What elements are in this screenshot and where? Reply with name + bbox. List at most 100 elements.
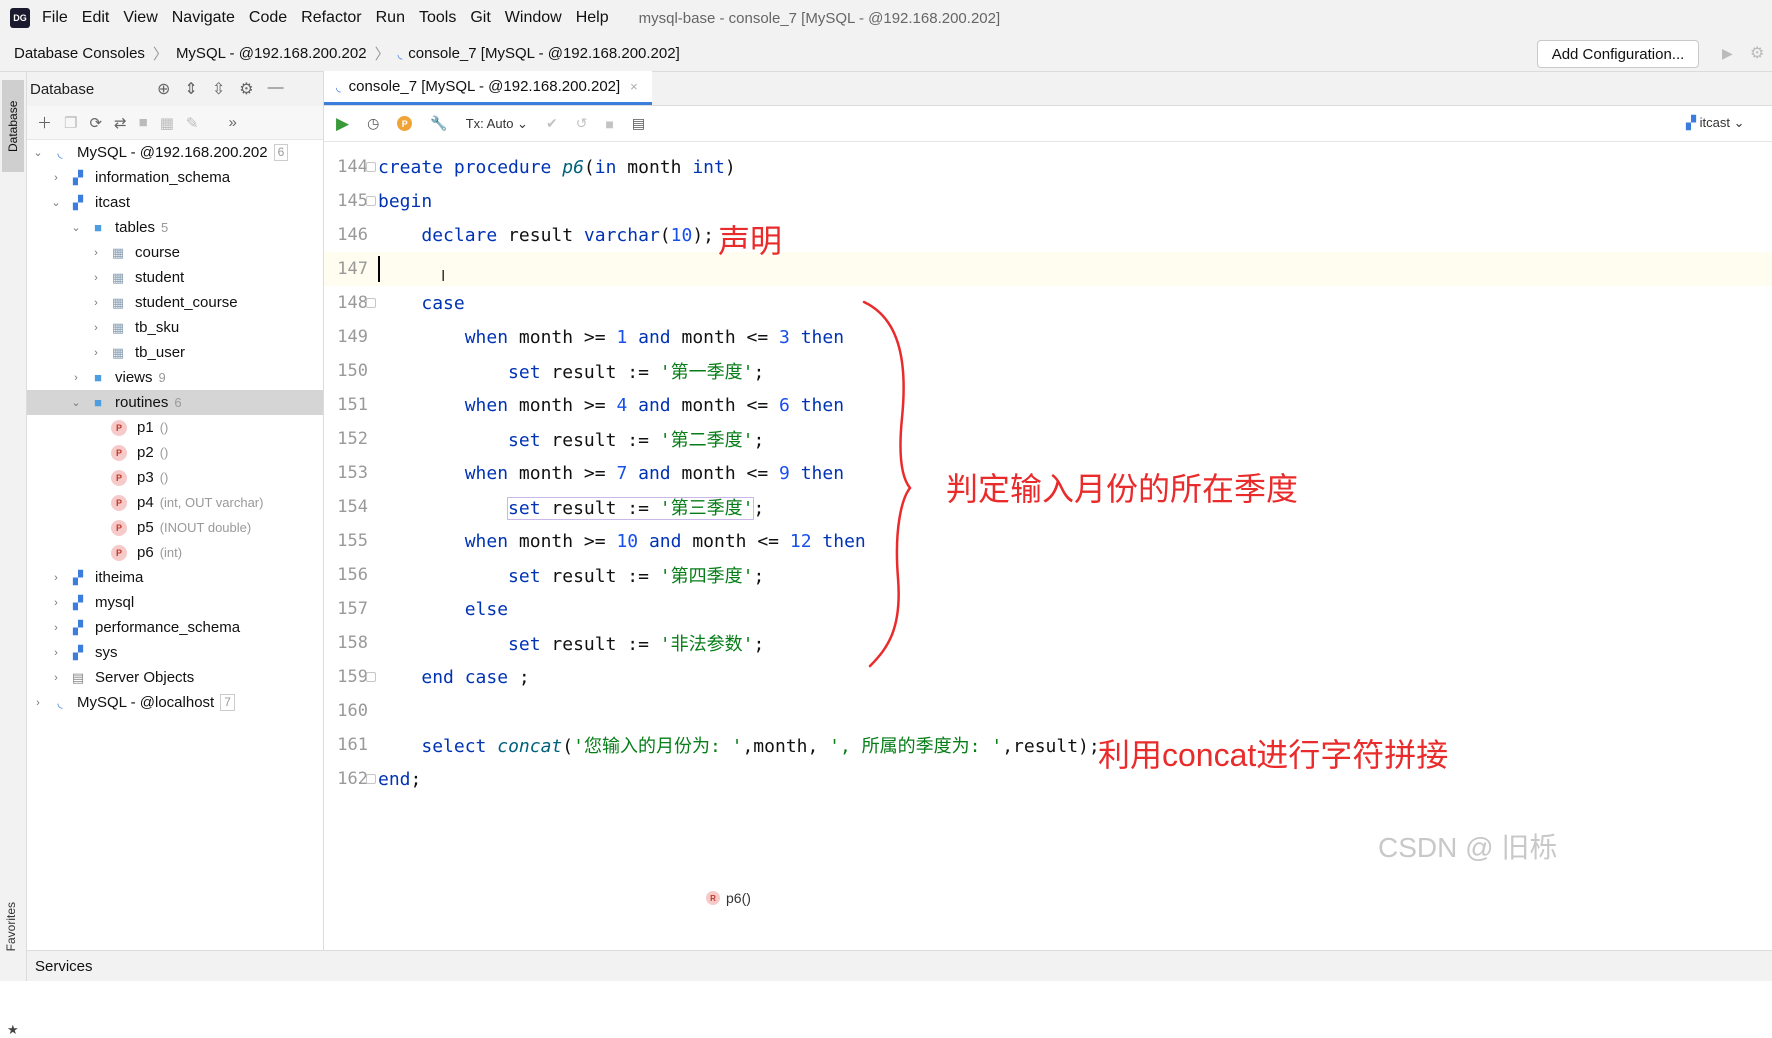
tree-schema-information_schema[interactable]: › ▞ information_schema (27, 165, 323, 190)
history-icon[interactable]: ◷ (367, 115, 379, 132)
minimize-icon[interactable]: — (268, 79, 284, 99)
tree-label: p3 (137, 469, 154, 486)
chevron-down-icon[interactable]: ⌄ (49, 196, 63, 209)
tree-procedure[interactable]: P p1 () (27, 415, 323, 440)
editor-breadcrumb[interactable]: R p6() (706, 890, 751, 906)
add-icon[interactable]: ＋ (37, 112, 52, 133)
collapse-all-icon[interactable]: ⇳ (212, 79, 225, 99)
menu-window[interactable]: Window (505, 9, 562, 27)
tree-folder-routines[interactable]: ⌄ ■ routines 6 (27, 390, 323, 415)
settings-gear-icon[interactable]: ⚙ (239, 79, 253, 99)
menu-refactor[interactable]: Refactor (301, 9, 361, 27)
more-icon[interactable]: » (228, 114, 236, 131)
fold-marker-icon[interactable] (366, 196, 376, 206)
tree-label: tb_sku (135, 319, 180, 336)
chevron-right-icon[interactable]: › (49, 672, 63, 684)
commit-icon[interactable]: ✔ (546, 115, 558, 132)
output-table-icon[interactable]: ▤ (632, 115, 645, 132)
tree-folder-views[interactable]: › ■ views 9 (27, 365, 323, 390)
menu-bar: DG File Edit View Navigate Code Refactor… (0, 0, 1772, 36)
tree-schema-itcast[interactable]: ⌄ ▞ itcast (27, 190, 323, 215)
menu-edit[interactable]: Edit (82, 9, 110, 27)
schema-sync-icon[interactable]: ⇄ (114, 114, 127, 132)
fold-marker-icon[interactable] (366, 162, 376, 172)
chevron-right-icon[interactable]: › (89, 272, 103, 284)
edit-icon[interactable]: ✎ (186, 114, 199, 132)
favorites-tool-window-tab[interactable]: Favorites (4, 902, 18, 951)
chevron-right-icon[interactable]: › (49, 572, 63, 584)
tree-connection-remote[interactable]: ⌄ ◟ MySQL - @192.168.200.202 6 (27, 140, 323, 165)
chevron-right-icon[interactable]: › (49, 597, 63, 609)
menu-code[interactable]: Code (249, 9, 287, 27)
annotation-concat: 利用concat进行字符拼接 (1098, 737, 1449, 773)
chevron-right-icon[interactable]: › (49, 647, 63, 659)
tree-server-objects[interactable]: › ▤ Server Objects (27, 665, 323, 690)
fold-marker-icon[interactable] (366, 298, 376, 308)
chevron-down-icon[interactable]: ⌄ (69, 396, 83, 409)
fold-marker-icon[interactable] (366, 774, 376, 784)
explain-plan-icon[interactable]: P (397, 116, 413, 131)
procedure-icon: P (111, 469, 127, 486)
chevron-right-icon[interactable]: › (89, 297, 103, 309)
schema-selector[interactable]: ▞ itcast ⌄ (1686, 115, 1744, 131)
wrench-icon[interactable]: 🔧 (430, 115, 447, 132)
chevron-right-icon[interactable]: › (89, 347, 103, 359)
tree-procedure[interactable]: P p5 (INOUT double) (27, 515, 323, 540)
fold-marker-icon[interactable] (366, 672, 376, 682)
database-tool-window-tab[interactable]: Database (2, 80, 24, 172)
menu-tools[interactable]: Tools (419, 9, 456, 27)
tree-table[interactable]: › ▦ tb_sku (27, 315, 323, 340)
tree-schema-sys[interactable]: › ▞ sys (27, 640, 323, 665)
stop-icon[interactable]: ■ (139, 114, 148, 131)
tree-folder-tables[interactable]: ⌄ ■ tables 5 (27, 215, 323, 240)
rollback-icon[interactable]: ↺ (576, 115, 588, 132)
tab-console-7[interactable]: ◟ console_7 [MySQL - @192.168.200.202] × (324, 71, 652, 105)
tree-table[interactable]: › ▦ course (27, 240, 323, 265)
menu-navigate[interactable]: Navigate (172, 9, 235, 27)
tree-schema-performance_schema[interactable]: › ▞ performance_schema (27, 615, 323, 640)
refresh-icon[interactable]: ⟳ (89, 114, 102, 132)
menu-file[interactable]: File (42, 9, 68, 27)
tree-procedure[interactable]: P p6 (int) (27, 540, 323, 565)
chevron-right-icon[interactable]: › (49, 622, 63, 634)
add-configuration-button[interactable]: Add Configuration... (1537, 40, 1699, 68)
breadcrumb-database-consoles[interactable]: Database Consoles (14, 45, 145, 62)
chevron-right-icon[interactable]: › (49, 172, 63, 184)
code-editor[interactable]: 143 144 create procedure p6(in month int)… (324, 142, 1772, 932)
chevron-right-icon[interactable]: › (89, 247, 103, 259)
menu-help[interactable]: Help (576, 9, 609, 27)
services-tool-window-tab[interactable]: Services (27, 950, 1772, 981)
code-text: begin (378, 190, 433, 212)
tree-schema-mysql[interactable]: › ▞ mysql (27, 590, 323, 615)
tree-table[interactable]: › ▦ tb_user (27, 340, 323, 365)
breadcrumb-connection[interactable]: MySQL - @192.168.200.202 (176, 45, 367, 62)
menu-run[interactable]: Run (376, 9, 405, 27)
tree-table[interactable]: › ▦ student_course (27, 290, 323, 315)
chevron-right-icon[interactable]: › (89, 322, 103, 334)
stop-icon[interactable]: ■ (605, 116, 613, 132)
copy-icon[interactable]: ❐ (64, 114, 77, 132)
breadcrumb-console[interactable]: console_7 [MySQL - @192.168.200.202] (408, 45, 680, 62)
procedure-icon: P (111, 519, 127, 536)
tree-connection-localhost[interactable]: › ◟ MySQL - @localhost 7 (27, 690, 323, 715)
run-icon[interactable]: ▶ (1722, 45, 1733, 62)
close-icon[interactable]: × (630, 79, 638, 94)
chevron-down-icon[interactable]: ⌄ (69, 221, 83, 234)
chevron-right-icon[interactable]: › (31, 697, 45, 709)
transaction-mode-dropdown[interactable]: Tx: Auto ⌄ (466, 116, 528, 132)
tree-procedure[interactable]: P p2 () (27, 440, 323, 465)
chevron-down-icon[interactable]: ⌄ (31, 146, 45, 159)
tree-procedure[interactable]: P p4 (int, OUT varchar) (27, 490, 323, 515)
chevron-right-icon[interactable]: › (69, 372, 83, 384)
annotation-case: 判定输入月份的所在季度 (946, 471, 1299, 507)
menu-view[interactable]: View (123, 9, 157, 27)
menu-git[interactable]: Git (470, 9, 490, 27)
table-view-icon[interactable]: ▦ (160, 114, 174, 132)
execute-icon[interactable]: ▶ (336, 114, 349, 134)
locate-icon[interactable]: ⊕ (157, 79, 170, 99)
tree-schema-itheima[interactable]: › ▞ itheima (27, 565, 323, 590)
debug-gear-icon[interactable]: ⚙ (1750, 43, 1764, 63)
tree-procedure[interactable]: P p3 () (27, 465, 323, 490)
expand-all-icon[interactable]: ⇕ (184, 79, 197, 99)
tree-table[interactable]: › ▦ student (27, 265, 323, 290)
